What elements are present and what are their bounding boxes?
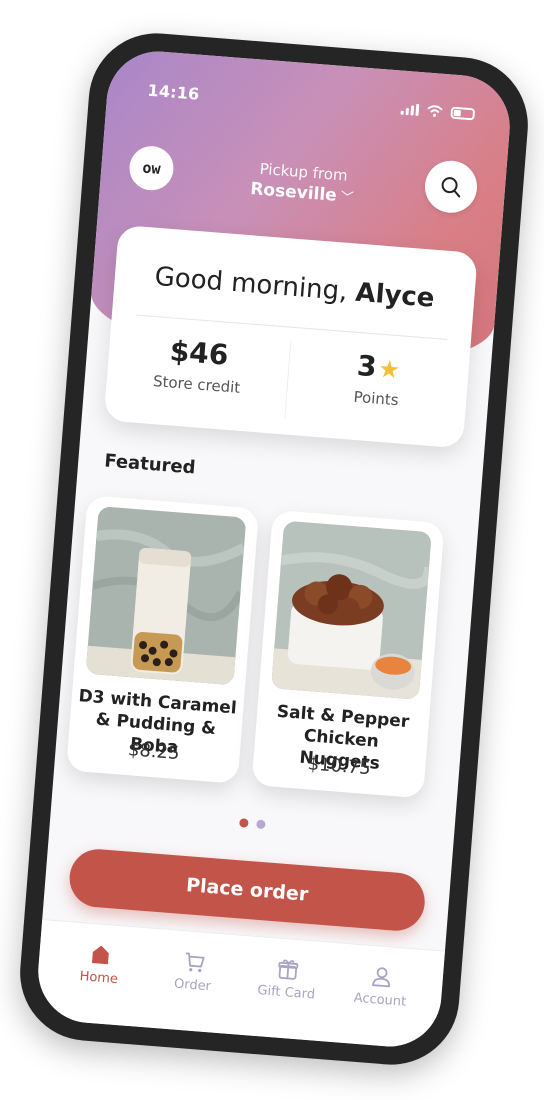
product-image-nuggets [271,520,432,700]
tab-label: Account [353,990,407,1010]
app-screen: 14:16 ow Pickup from Roseville ﹀ Good mo… [34,47,514,1051]
phone-device: 14:16 ow Pickup from Roseville ﹀ Good mo… [15,28,533,1070]
featured-item-card[interactable]: Salt & Pepper Chicken Nuggets $10.75 [251,509,445,799]
tab-label: Home [79,969,119,988]
battery-icon [450,106,476,121]
chevron-down-icon: ﹀ [339,190,355,207]
tab-gift-card[interactable]: Gift Card [243,936,331,1041]
points-value: 3 [355,349,378,384]
search-icon [441,177,461,198]
greeting-text: Good morning, Alyce [114,259,475,317]
tab-label: Gift Card [256,983,316,1003]
greeting-prefix: Good morning, [153,261,349,307]
status-icons [400,103,476,121]
greeting-name: Alyce [354,277,436,314]
place-order-button[interactable]: Place order [67,847,427,933]
star-icon: ★ [377,354,402,385]
tab-account[interactable]: Account [336,944,424,1049]
section-title-featured: Featured [103,450,197,479]
status-time: 14:16 [146,80,201,104]
page-dot[interactable] [256,819,266,830]
tab-label: Order [173,976,212,995]
store-credit-stat[interactable]: $46 Store credit [106,330,290,401]
wifi-icon [427,105,443,117]
store-credit-value: $46 [168,334,230,372]
page-dot[interactable] [239,818,249,828]
greeting-card: Good morning, Alyce $46 Store credit 3★ … [103,224,478,449]
person-icon [372,967,390,988]
product-image-boba [85,506,247,686]
signal-icon [400,103,420,116]
tab-home[interactable]: Home [55,922,143,1027]
featured-carousel[interactable]: D3 with Caramel & Pudding & Boba $8.25 S… [53,494,479,815]
home-icon [91,945,109,965]
points-value-row: 3★ [288,344,470,391]
cart-icon [185,952,205,973]
gift-icon [278,959,299,980]
featured-item-card[interactable]: D3 with Caramel & Pudding & Boba $8.25 [65,495,260,784]
points-stat[interactable]: 3★ Points [286,344,470,415]
stage: 14:16 ow Pickup from Roseville ﹀ Good mo… [0,0,544,1100]
tab-order[interactable]: Order [149,929,237,1034]
